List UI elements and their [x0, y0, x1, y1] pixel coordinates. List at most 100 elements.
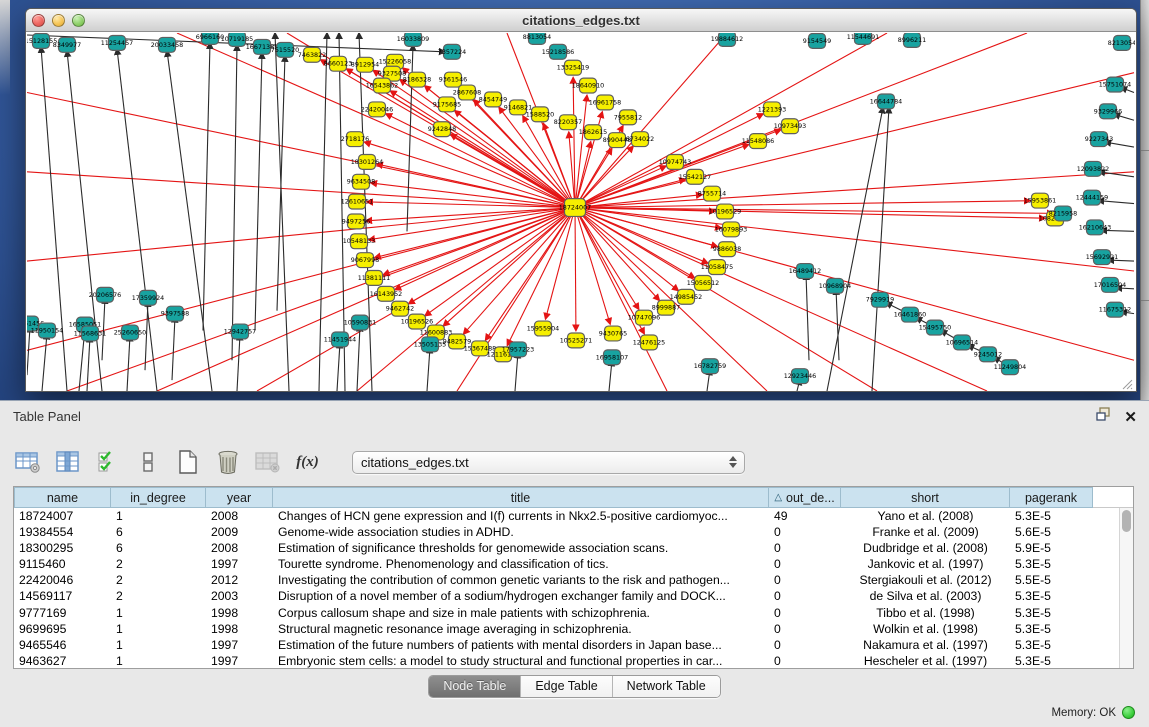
table-body[interactable]: 1872400712008Changes of HCN gene express…: [14, 508, 1119, 668]
column-header-pagerank[interactable]: pagerank: [1010, 487, 1093, 508]
cell-short[interactable]: Tibbo et al. (1998): [841, 605, 1010, 621]
cell-title[interactable]: Tourette syndrome. Phenomenology and cla…: [273, 556, 769, 572]
cell-pagerank[interactable]: 5.3E-5: [1010, 556, 1093, 572]
cell-short[interactable]: Wolkin et al. (1998): [841, 621, 1010, 637]
cell-name[interactable]: 18300295: [14, 540, 111, 556]
table-row[interactable]: 1872400712008Changes of HCN gene express…: [14, 508, 1119, 524]
row-height-icon[interactable]: [134, 449, 161, 476]
memory-status-icon[interactable]: [1122, 706, 1135, 719]
graph-edge[interactable]: [575, 208, 987, 391]
cell-short[interactable]: de Silva et al. (2003): [841, 588, 1010, 604]
table-row[interactable]: 946362711997Embryonic stem cells: a mode…: [14, 653, 1119, 669]
table-settings-icon[interactable]: [14, 449, 41, 476]
cell-in-degree[interactable]: 6: [111, 524, 206, 540]
cell-title[interactable]: Genome-wide association studies in ADHD.: [273, 524, 769, 540]
cell-year[interactable]: 1997: [206, 556, 273, 572]
tab-node-table[interactable]: Node Table: [429, 676, 520, 697]
graph-edge[interactable]: [127, 335, 130, 391]
graph-edge[interactable]: [27, 327, 30, 376]
cell-pagerank[interactable]: 5.3E-5: [1010, 605, 1093, 621]
cell-name[interactable]: 19384554: [14, 524, 111, 540]
graph-edge[interactable]: [575, 208, 576, 331]
graph-edge[interactable]: [172, 317, 175, 380]
graph-edge[interactable]: [575, 201, 1030, 208]
cell-pagerank[interactable]: 5.9E-5: [1010, 540, 1093, 556]
cell-pagerank[interactable]: 5.6E-5: [1010, 524, 1093, 540]
tab-edge-table[interactable]: Edge Table: [520, 676, 611, 697]
cell-pagerank[interactable]: 5.3E-5: [1010, 508, 1093, 524]
column-header-in-degree[interactable]: in_degree: [111, 487, 206, 508]
function-icon[interactable]: f(x): [294, 449, 321, 476]
cell-year[interactable]: 1998: [206, 605, 273, 621]
cell-year[interactable]: 2012: [206, 572, 273, 588]
cell-short[interactable]: Dudbridge et al. (2008): [841, 540, 1010, 556]
cell-out-de-[interactable]: 0: [769, 605, 841, 621]
window-titlebar[interactable]: citations_edges.txt: [26, 9, 1136, 32]
graph-edge[interactable]: [27, 208, 575, 262]
column-header-short[interactable]: short: [841, 487, 1010, 508]
cell-name[interactable]: 22420046: [14, 572, 111, 588]
graph-edge[interactable]: [275, 33, 289, 391]
column-header-out-de-[interactable]: △out_de...: [769, 487, 841, 508]
cell-short[interactable]: Yano et al. (2008): [841, 508, 1010, 524]
network-view-window[interactable]: citations_edges.txt 74638228660123891295…: [25, 8, 1137, 392]
column-header-year[interactable]: year: [206, 487, 273, 508]
scrollbar-thumb[interactable]: [1122, 510, 1131, 532]
cell-pagerank[interactable]: 5.5E-5: [1010, 572, 1093, 588]
table-row[interactable]: 1830029562008Estimation of significance …: [14, 540, 1119, 556]
cell-out-de-[interactable]: 49: [769, 508, 841, 524]
cell-in-degree[interactable]: 1: [111, 637, 206, 653]
tab-network-table[interactable]: Network Table: [612, 676, 720, 697]
close-panel-icon[interactable]: ✕: [1124, 408, 1137, 426]
cell-pagerank[interactable]: 5.3E-5: [1010, 588, 1093, 604]
cell-title[interactable]: Investigating the contribution of common…: [273, 572, 769, 588]
cell-year[interactable]: 2003: [206, 588, 273, 604]
graph-edge[interactable]: [451, 134, 575, 207]
cell-short[interactable]: Nakamura et al. (1997): [841, 637, 1010, 653]
table-row[interactable]: 1456911722003Disruption of a novel membe…: [14, 588, 1119, 604]
cell-out-de-[interactable]: 0: [769, 637, 841, 653]
cell-name[interactable]: 9115460: [14, 556, 111, 572]
cell-title[interactable]: Structural magnetic resonance image aver…: [273, 621, 769, 637]
cell-out-de-[interactable]: 0: [769, 572, 841, 588]
cell-short[interactable]: Stergiakouli et al. (2012): [841, 572, 1010, 588]
column-header-title[interactable]: title: [273, 487, 769, 508]
cell-pagerank[interactable]: 5.3E-5: [1010, 653, 1093, 669]
graph-edge[interactable]: [806, 274, 809, 360]
column-header-name[interactable]: name: [14, 487, 111, 508]
cell-name[interactable]: 9777169: [14, 605, 111, 621]
cell-title[interactable]: Estimation of the future numbers of pati…: [273, 637, 769, 653]
resize-grip[interactable]: [1123, 380, 1132, 389]
table-scrollbar[interactable]: [1119, 508, 1133, 668]
cell-in-degree[interactable]: 1: [111, 508, 206, 524]
network-canvas[interactable]: 7463822866012389129541522605893275081654…: [27, 33, 1135, 391]
cell-out-de-[interactable]: 0: [769, 540, 841, 556]
table-row[interactable]: 911546021997Tourette syndrome. Phenomeno…: [14, 556, 1119, 572]
cell-pagerank[interactable]: 5.3E-5: [1010, 637, 1093, 653]
cell-year[interactable]: 1997: [206, 637, 273, 653]
graph-edge[interactable]: [357, 326, 360, 391]
graph-edge[interactable]: [575, 179, 685, 207]
cell-in-degree[interactable]: 2: [111, 588, 206, 604]
graph-edge[interactable]: [575, 208, 708, 264]
cell-name[interactable]: 14569117: [14, 588, 111, 604]
cell-title[interactable]: Embryonic stem cells: a model to study s…: [273, 653, 769, 669]
cell-name[interactable]: 9699695: [14, 621, 111, 637]
graph-edge[interactable]: [203, 43, 210, 331]
cell-short[interactable]: Hescheler et al. (1997): [841, 653, 1010, 669]
node-table[interactable]: namein_degreeyeartitle△out_de...shortpag…: [13, 486, 1134, 669]
graph-edge[interactable]: [575, 208, 659, 301]
cell-in-degree[interactable]: 1: [111, 653, 206, 669]
graph-edge[interactable]: [427, 347, 430, 391]
cell-name[interactable]: 9465546: [14, 637, 111, 653]
select-columns-icon[interactable]: [94, 449, 121, 476]
cell-in-degree[interactable]: 1: [111, 605, 206, 621]
cell-year[interactable]: 2009: [206, 524, 273, 540]
cell-title[interactable]: Corpus callosum shape and size in male p…: [273, 605, 769, 621]
cell-name[interactable]: 18724007: [14, 508, 111, 524]
table-row[interactable]: 946554611997Estimation of the future num…: [14, 637, 1119, 653]
cell-year[interactable]: 1998: [206, 621, 273, 637]
cell-out-de-[interactable]: 0: [769, 556, 841, 572]
cell-year[interactable]: 1997: [206, 653, 273, 669]
cell-in-degree[interactable]: 2: [111, 572, 206, 588]
